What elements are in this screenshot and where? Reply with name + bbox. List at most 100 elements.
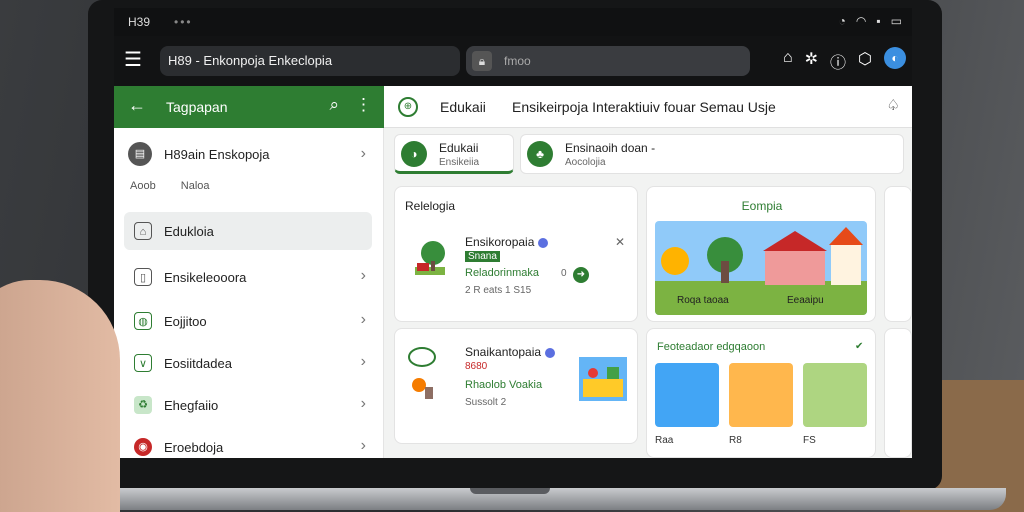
tab-label: Edukaii: [439, 141, 479, 155]
main-title: Edukaii: [440, 99, 486, 115]
card-eompia[interactable]: Eompia Roqa taoaa Eeaaipu: [646, 186, 876, 322]
home-icon[interactable]: ⌂: [783, 49, 793, 73]
thumb-2[interactable]: [729, 363, 793, 427]
main-subtitle: Ensikeirpoja Interaktiuiv fouar Semau Us…: [512, 99, 776, 115]
chart-icon: ∨: [134, 354, 152, 372]
lock-icon: 🔒︎: [472, 51, 492, 71]
row-title-text: Snaikantopaia: [465, 345, 542, 359]
more-vert-icon[interactable]: ⋮: [355, 95, 372, 115]
thumb-label-2: R8: [729, 435, 742, 446]
card-peek-2[interactable]: [884, 328, 912, 458]
settings-icon[interactable]: ✲: [805, 49, 818, 73]
top-bar: ☰ H89 - Enkonpoja Enkeclopia 🔒︎ fmoo ⌂ ✲…: [114, 36, 912, 86]
row-title-text: Ensikoropaia: [465, 235, 535, 249]
thumb-label-1: Raa: [655, 435, 674, 446]
row-title: Ensikoropaia: [465, 235, 549, 249]
sidebar-item-ehegfaiio[interactable]: ♻ Ehegfaiio ›: [124, 386, 372, 424]
recycle-icon: ♻: [134, 396, 152, 414]
back-arrow-icon[interactable]: ←: [128, 95, 146, 116]
card-title: Relelogia: [405, 199, 456, 213]
sidebar-item-label: Eosiitdadea: [164, 356, 232, 371]
sidebar-top-label: H89ain Enskopoja: [164, 147, 270, 162]
hamburger-menu-icon[interactable]: ☰: [124, 49, 148, 71]
tree-illustration-icon: [407, 237, 451, 281]
sidebar-item-label: Eroebdoja: [164, 440, 224, 455]
card-peek-1[interactable]: [884, 186, 912, 322]
row-badge: Snana: [465, 251, 500, 262]
leaf-outline-icon: [407, 345, 437, 369]
explorer-illustration-icon: [407, 375, 437, 401]
sidebar-sub-labels: Aoob Naloa: [130, 180, 232, 192]
home-outline-icon: ⌂: [134, 222, 152, 240]
search-input[interactable]: 🔒︎ fmoo: [466, 46, 750, 76]
sidebar-item-label: Eojjitoo: [164, 314, 207, 329]
sidebar-top-item[interactable]: ▤ H89ain Enskopoja ›: [128, 142, 372, 168]
chevron-right-icon: ›: [360, 395, 366, 412]
card-feoteadaor[interactable]: Feoteadaor edgqaoon ✔ Raa R8 FS: [646, 328, 876, 458]
leaf-icon: ◍: [134, 312, 152, 330]
verified-icon: [538, 237, 549, 248]
sidebar-item-edukloia[interactable]: ⌂ Edukloia: [124, 212, 372, 250]
sidebar-title: Tagpapan: [166, 99, 228, 115]
page-title[interactable]: H89 - Enkonpoja Enkeclopia: [160, 46, 460, 76]
laptop-notch: [470, 488, 550, 494]
tab-sublabel: Aocolojia: [565, 157, 606, 168]
sidebar-item-label: Ehegfaiio: [164, 398, 219, 413]
sidebar-header: ← Tagpapan ⌕ ⋮: [114, 86, 384, 128]
globe-outline-icon: ⊕: [398, 97, 418, 117]
chevron-right-icon: ›: [360, 267, 366, 284]
search-placeholder: fmoo: [504, 54, 531, 68]
go-arrow-icon[interactable]: ➜: [573, 267, 589, 283]
alert-icon[interactable]: ⓘ: [830, 49, 846, 73]
sidebar: ← Tagpapan ⌕ ⋮ ▤ H89ain Enskopoja › Aoob…: [114, 86, 384, 458]
tab-label: Ensinaoih doan -: [565, 141, 656, 155]
sub-label-2[interactable]: Naloa: [181, 180, 210, 192]
card-relelogia[interactable]: Relelogia Ensikoropaia Snana Reladorinma…: [394, 186, 638, 322]
shield-icon[interactable]: ⬡: [858, 49, 872, 73]
card-title: Eompia: [741, 199, 783, 213]
sub-label-1[interactable]: Aoob: [130, 180, 156, 192]
tab-edukaii[interactable]: ◑ Edukaii Ensikeiia: [394, 134, 514, 174]
row-subtitle: Reladorinmaka: [465, 267, 539, 279]
hand: [0, 280, 120, 512]
verified-icon: [545, 347, 556, 358]
wifi-icon: ◠: [855, 14, 867, 28]
status-time: H39: [128, 15, 151, 29]
nature-icon: ♣: [527, 141, 553, 167]
thumb-3[interactable]: [803, 363, 867, 427]
status-bar: H39 ••• ◔ ◠ ▪ ▭: [114, 8, 912, 36]
bell-icon[interactable]: ♤: [887, 96, 900, 114]
card-snaikantopaia[interactable]: Snaikantopaia 8680 Rhaolob Voakia Sussol…: [394, 328, 638, 444]
classroom-thumbnail: [579, 357, 627, 401]
card-title: Feoteadaor edgqaoon: [657, 341, 766, 353]
search-icon[interactable]: ⌕: [329, 95, 339, 115]
caption-left: Roqa taoaa: [677, 295, 729, 306]
chevron-right-icon: ›: [360, 353, 366, 370]
chevron-right-icon: ›: [360, 437, 366, 454]
sidebar-item-ensikeleooora[interactable]: ▯ Ensikeleooora ›: [124, 258, 372, 296]
thumb-label-3: FS: [803, 435, 816, 446]
row-subtitle: Rhaolob Voakia: [465, 379, 543, 391]
learn-icon: ◑: [401, 141, 427, 167]
thumb-1[interactable]: [655, 363, 719, 427]
close-icon[interactable]: ✕: [615, 235, 625, 249]
sidebar-item-eojjitoo[interactable]: ◍ Eojjitoo ›: [124, 302, 372, 340]
row-badge: 8680: [465, 361, 488, 372]
chevron-right-icon: ›: [360, 145, 366, 162]
caption-right: Eeaaipu: [787, 295, 824, 306]
sidebar-item-eosiitdadea[interactable]: ∨ Eosiitdadea ›: [124, 344, 372, 382]
sidebar-item-label: Ensikeleooora: [164, 270, 247, 285]
chevron-right-icon: ›: [360, 311, 366, 328]
globe-icon: ◉: [134, 438, 152, 456]
app-screen: H39 ••• ◔ ◠ ▪ ▭ ☰ H89 - Enkonpoja Enkecl…: [114, 8, 912, 458]
row-meta: Sussolt 2: [465, 397, 507, 408]
clipboard-icon: ▯: [134, 268, 152, 286]
profile-icon[interactable]: ◐: [884, 47, 906, 69]
row-meta: 2 R eats 1 S15: [465, 285, 532, 296]
row-count: 0: [561, 268, 567, 279]
sidebar-item-label: Edukloia: [164, 224, 214, 239]
sidebar-item-eroebdoja[interactable]: ◉ Eroebdoja ›: [124, 428, 372, 458]
tab-ensinaoih[interactable]: ♣ Ensinaoih doan - Aocolojia: [520, 134, 904, 174]
main-header: ⊕ Edukaii Ensikeirpoja Interaktiuiv foua…: [384, 86, 912, 128]
tab-sublabel: Ensikeiia: [439, 157, 480, 168]
